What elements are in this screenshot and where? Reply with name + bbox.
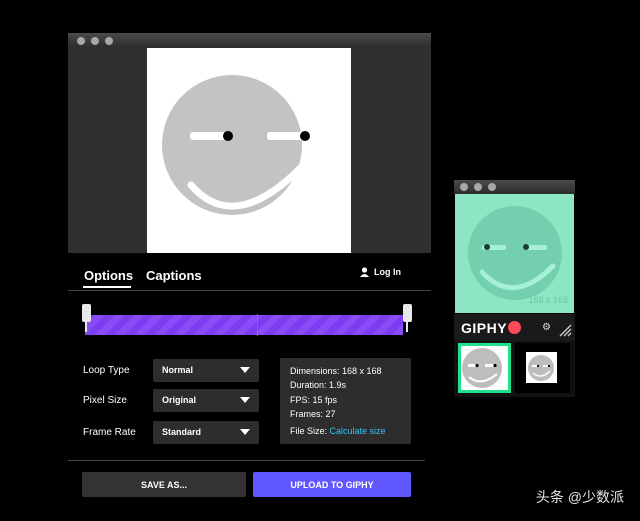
zoom-dot[interactable]	[105, 37, 113, 45]
pixel-size-value: Original	[162, 395, 197, 405]
footer-divider	[68, 460, 425, 461]
capture-dimensions: 168 x 168	[528, 295, 568, 305]
playhead[interactable]	[257, 314, 258, 336]
dimensions-text: Dimensions: 168 x 168	[290, 366, 382, 376]
upload-to-giphy-button[interactable]: UPLOAD TO GIPHY	[253, 472, 411, 497]
tab-options[interactable]: Options	[84, 268, 133, 283]
thumbnail-item[interactable]	[515, 343, 570, 393]
trim-start-stem	[85, 318, 87, 332]
close-dot[interactable]	[77, 37, 85, 45]
gif-info-panel: Dimensions: 168 x 168 Duration: 1.9s FPS…	[280, 358, 411, 444]
smiley-thumbnail	[461, 346, 508, 390]
tab-captions[interactable]: Captions	[146, 268, 202, 283]
login-label: Log In	[374, 267, 401, 277]
main-window-titlebar	[68, 33, 431, 48]
giphy-logo: GIPHY	[461, 320, 508, 336]
frame-rate-label: Frame Rate	[83, 427, 136, 438]
pixel-size-select[interactable]: Original	[153, 389, 259, 412]
chevron-down-icon	[240, 429, 250, 435]
thumbnail-item-selected[interactable]	[458, 343, 511, 393]
pixel-size-label: Pixel Size	[83, 395, 127, 406]
chevron-down-icon	[240, 397, 250, 403]
close-dot[interactable]	[460, 183, 468, 191]
active-tab-indicator	[83, 286, 131, 288]
loop-type-label: Loop Type	[83, 365, 130, 376]
smiley-thumbnail	[526, 352, 557, 383]
minimize-dot[interactable]	[474, 183, 482, 191]
tabs-divider	[68, 290, 431, 291]
user-icon	[360, 267, 369, 277]
zoom-dot[interactable]	[488, 183, 496, 191]
timeline-range[interactable]	[85, 315, 403, 335]
gear-icon[interactable]: ⚙	[542, 322, 551, 333]
frame-rate-value: Standard	[162, 427, 202, 437]
loop-type-value: Normal	[162, 365, 194, 375]
fps-text: FPS: 15 fps	[290, 395, 338, 405]
minimize-dot[interactable]	[91, 37, 99, 45]
save-as-button[interactable]: SAVE AS...	[82, 472, 246, 497]
gif-preview	[147, 48, 351, 253]
record-button[interactable]	[508, 321, 521, 334]
smiley-face-image	[162, 75, 314, 215]
frames-text: Frames: 27	[290, 409, 336, 419]
login-button[interactable]: Log In	[360, 267, 401, 277]
calculate-size-link[interactable]: Calculate size	[330, 426, 386, 436]
file-size-row: File Size: Calculate size	[290, 426, 386, 436]
file-size-label: File Size:	[290, 426, 328, 436]
resize-grip-icon[interactable]	[558, 321, 572, 337]
watermark-text: 头条 @少数派	[535, 489, 624, 505]
side-window-titlebar	[454, 180, 575, 194]
loop-type-select[interactable]: Normal	[153, 359, 259, 382]
frame-rate-select[interactable]: Standard	[153, 421, 259, 444]
chevron-down-icon	[240, 367, 250, 373]
duration-text: Duration: 1.9s	[290, 380, 347, 390]
trim-end-stem	[406, 318, 408, 332]
